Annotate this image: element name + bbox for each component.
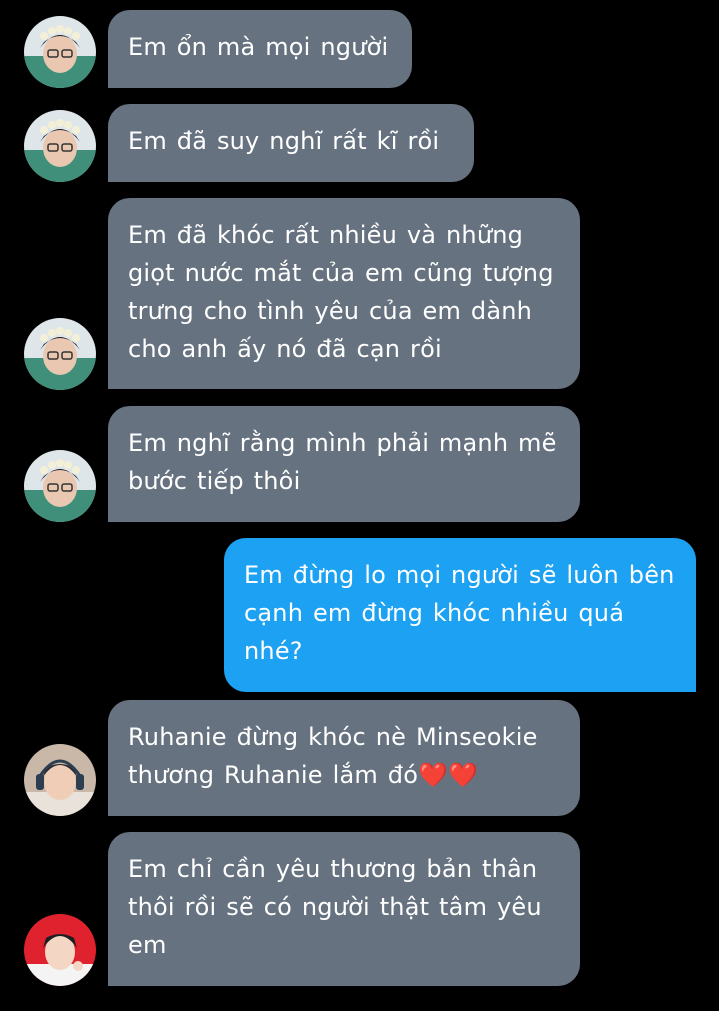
profile-photo-icon	[24, 914, 96, 986]
message-row: Em nghĩ rằng mình phải mạnh mẽ bước tiếp…	[0, 406, 719, 522]
message-row: Em đã khóc rất nhiều và những giọt nước …	[0, 198, 719, 390]
profile-photo-icon	[24, 450, 96, 522]
message-text: Em chỉ cần yêu thương bản thân thôi rồi …	[128, 855, 542, 959]
message-text: Ruhanie đừng khóc nè Minseokie thương Ru…	[128, 723, 538, 789]
profile-photo-icon	[24, 110, 96, 182]
message-bubble-incoming[interactable]: Em chỉ cần yêu thương bản thân thôi rồi …	[108, 832, 580, 986]
message-text: Em đừng lo mọi người sẽ luôn bên cạnh em…	[244, 561, 675, 665]
message-bubble-incoming[interactable]: Em ổn mà mọi người	[108, 10, 412, 88]
message-row: Em chỉ cần yêu thương bản thân thôi rồi …	[0, 832, 719, 986]
message-bubble-incoming[interactable]: Em đã suy nghĩ rất kĩ rồi	[108, 104, 474, 182]
message-row: Em đã suy nghĩ rất kĩ rồi	[0, 104, 719, 182]
avatar-red-background[interactable]	[24, 914, 96, 986]
avatar-flower-crown[interactable]	[24, 110, 96, 182]
avatar-flower-crown[interactable]	[24, 450, 96, 522]
avatar-flower-crown[interactable]	[24, 318, 96, 390]
message-row: Ruhanie đừng khóc nè Minseokie thương Ru…	[0, 700, 719, 816]
message-text: Em nghĩ rằng mình phải mạnh mẽ bước tiếp…	[128, 429, 557, 495]
profile-photo-icon	[24, 744, 96, 816]
message-bubble-outgoing[interactable]: Em đừng lo mọi người sẽ luôn bên cạnh em…	[224, 538, 696, 692]
avatar-headphones[interactable]	[24, 744, 96, 816]
message-row: Em ổn mà mọi người	[0, 10, 719, 88]
message-bubble-incoming[interactable]: Ruhanie đừng khóc nè Minseokie thương Ru…	[108, 700, 580, 816]
avatar-flower-crown[interactable]	[24, 16, 96, 88]
message-bubble-incoming[interactable]: Em nghĩ rằng mình phải mạnh mẽ bước tiếp…	[108, 406, 580, 522]
message-bubble-incoming[interactable]: Em đã khóc rất nhiều và những giọt nước …	[108, 198, 580, 389]
message-text: Em đã khóc rất nhiều và những giọt nước …	[128, 221, 554, 363]
profile-photo-icon	[24, 318, 96, 390]
message-text: Em ổn mà mọi người	[128, 33, 389, 61]
message-text: Em đã suy nghĩ rất kĩ rồi	[128, 127, 440, 155]
profile-photo-icon	[24, 16, 96, 88]
message-row: Em đừng lo mọi người sẽ luôn bên cạnh em…	[0, 538, 719, 692]
